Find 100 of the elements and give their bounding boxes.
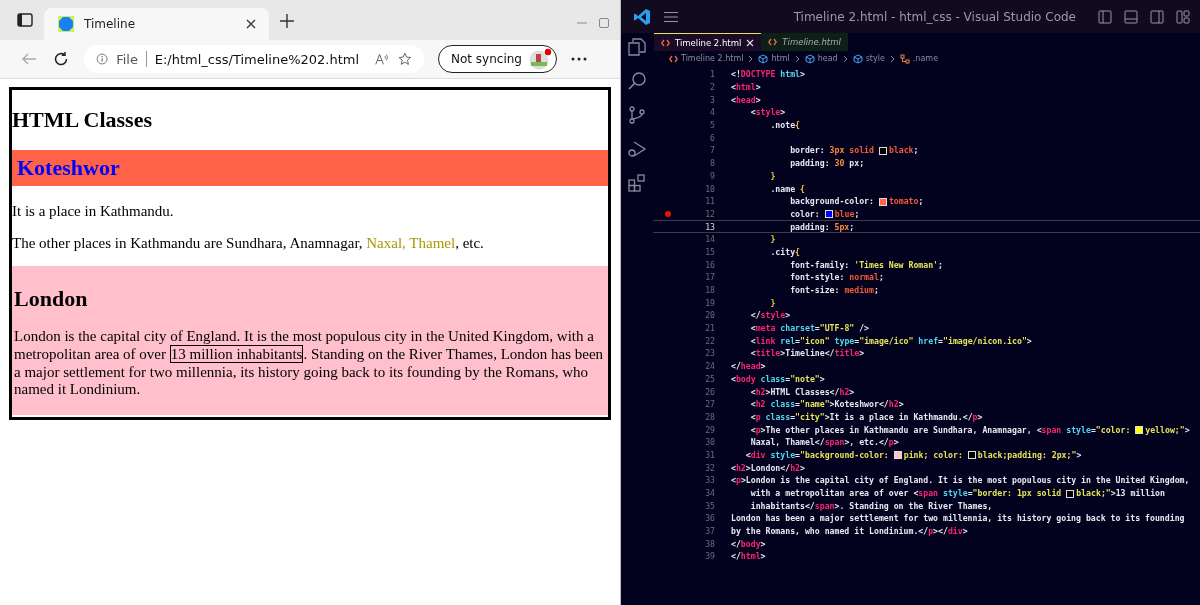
line-number: 17 xyxy=(704,272,715,283)
code-line: <body class="note"> xyxy=(731,373,825,384)
explorer-icon[interactable] xyxy=(627,37,647,57)
editor-tab[interactable]: Timeline 2.html xyxy=(654,33,762,51)
code-line: <p class="city">It is a place in Kathmandu.</p> xyxy=(749,411,983,422)
vscode-logo-icon xyxy=(633,7,651,26)
profile-button[interactable]: Not syncing xyxy=(438,45,557,73)
code-line: inhabitants</span>. Standing on the River Thames, xyxy=(749,500,993,511)
line-number: 8 xyxy=(709,158,715,169)
code-line: .note{ xyxy=(769,120,801,131)
info-icon xyxy=(96,51,109,67)
code-line: <p>The other places in Kathmandu are Sundhara, Anamnagar, <span style="color: yellow;"> xyxy=(749,424,1190,435)
line-number: 22 xyxy=(704,335,715,346)
more-icon[interactable] xyxy=(570,56,587,62)
customize-layout-icon[interactable] xyxy=(1176,9,1190,24)
line-number: 25 xyxy=(704,373,715,384)
chevron-icon xyxy=(842,54,848,63)
breadcrumb-item[interactable]: html xyxy=(758,53,790,64)
tab-favicon-icon xyxy=(58,16,74,32)
browser-tab[interactable]: Timeline xyxy=(44,8,269,40)
cube-icon xyxy=(852,53,863,64)
code-line: London has been a major settlement for two millennia, its history going back to its founding xyxy=(731,513,1185,524)
selector-icon xyxy=(899,53,910,64)
line-number: 24 xyxy=(704,361,715,372)
new-tab-icon[interactable] xyxy=(279,13,295,29)
line-number: 34 xyxy=(704,488,715,499)
code-line: Naxal, Thamel</span>, etc.</p> xyxy=(749,437,899,448)
html-file-icon xyxy=(669,54,678,63)
avatar-icon xyxy=(527,48,552,70)
line-number: 7 xyxy=(709,145,715,156)
chevron-icon xyxy=(748,54,754,63)
line-number: 36 xyxy=(704,513,715,524)
line-number: 15 xyxy=(704,246,715,257)
line-number: 1 xyxy=(709,69,715,80)
layout-panel-icon[interactable] xyxy=(1124,9,1138,24)
code-line: <html> xyxy=(731,82,761,93)
url-text: E:/html_css/Timeline%202.html xyxy=(154,51,360,67)
cube-icon xyxy=(758,53,769,64)
paragraph: The other places in Kathmandu are Sundhara, Anamnagar, Naxal, Thamel, etc. xyxy=(12,234,485,253)
line-number: 4 xyxy=(709,107,715,118)
tab-label: Timeline.html xyxy=(782,37,841,47)
code-line: color: blue; xyxy=(789,208,860,219)
extensions-icon[interactable] xyxy=(627,173,647,193)
line-number: 29 xyxy=(704,424,715,435)
cube-icon xyxy=(804,53,815,64)
window-title: Timeline 2.html - html_css - Visual Studio Code xyxy=(793,9,1076,24)
code-line: padding: 5px; xyxy=(789,221,855,232)
code-line: </style> xyxy=(749,310,791,321)
line-number: 13 xyxy=(704,221,715,232)
code-line: by the Romans, who named it Londinium.</p></div> xyxy=(731,526,968,537)
menu-icon[interactable] xyxy=(663,10,679,23)
close-icon[interactable] xyxy=(245,18,257,30)
layout-sidebar-icon[interactable] xyxy=(1098,9,1112,24)
line-number: 16 xyxy=(704,259,715,270)
breadcrumb-item[interactable]: Timeline 2.html xyxy=(669,54,744,63)
line-number: 19 xyxy=(704,297,715,308)
maximize-icon[interactable] xyxy=(598,17,610,29)
search-icon[interactable] xyxy=(627,71,647,91)
code-line: <title>Timeline</title> xyxy=(749,348,865,359)
line-number: 6 xyxy=(709,132,715,143)
code-line: </body> xyxy=(731,538,766,549)
read-aloud-icon[interactable] xyxy=(375,51,391,67)
line-number: 11 xyxy=(704,196,715,207)
editor-tab[interactable]: Timeline.html xyxy=(761,33,848,51)
code-line: <meta charset="UTF-8" /> xyxy=(749,323,870,334)
line-number: 26 xyxy=(704,386,715,397)
line-number: 35 xyxy=(704,500,715,511)
breakpoint-icon[interactable] xyxy=(665,210,671,217)
line-number: 33 xyxy=(704,475,715,486)
line-number: 21 xyxy=(704,323,715,334)
section-heading: London xyxy=(14,286,89,313)
line-number: 23 xyxy=(704,348,715,359)
code-line: <h2 class="name">Koteshwor</h2> xyxy=(749,399,904,410)
address-bar[interactable]: File E:/html_css/Timeline%202.html xyxy=(84,45,424,73)
line-number: 14 xyxy=(704,234,715,245)
code-line: <h2>London</h2> xyxy=(731,462,805,473)
code-line: font-size: medium; xyxy=(789,285,879,296)
line-number: 2 xyxy=(709,82,715,93)
line-number: 5 xyxy=(709,120,715,131)
paragraph: London is the capital city of England. It is the most populous city in the United Kingdom, with a metropolitan area of over 13 million inhabitants. Standing on the River Thames, London has been a major settlement for two millennia, its history going back to its founding by the Romans, who named it Londinium. xyxy=(14,328,605,400)
code-line: .city{ xyxy=(769,246,801,257)
breadcrumb-item[interactable]: .name xyxy=(899,53,939,64)
refresh-icon[interactable] xyxy=(52,50,70,68)
tab-actions-icon[interactable] xyxy=(16,11,34,29)
line-number: 12 xyxy=(704,208,715,219)
line-number: 27 xyxy=(704,399,715,410)
page-heading: HTML Classes xyxy=(12,107,153,133)
code-line: background-color: tomato; xyxy=(789,196,924,207)
star-icon[interactable] xyxy=(398,50,412,68)
source-control-icon[interactable] xyxy=(627,105,647,125)
line-number: 20 xyxy=(704,310,715,321)
code-line: font-family: 'Times New Roman'; xyxy=(789,259,943,270)
run-debug-icon[interactable] xyxy=(627,139,647,159)
code-line: <link rel="icon" type="image/ico" href="image/nicon.ico"> xyxy=(749,335,1032,346)
code-line: <!DOCTYPE html> xyxy=(731,69,805,80)
breadcrumb-item[interactable]: style xyxy=(852,53,885,64)
code-line: } xyxy=(769,170,776,181)
tab-label: Timeline 2.html xyxy=(675,37,742,48)
breadcrumb-item[interactable]: head xyxy=(804,53,838,64)
layout-secondary-sidebar-icon[interactable] xyxy=(1150,9,1164,24)
